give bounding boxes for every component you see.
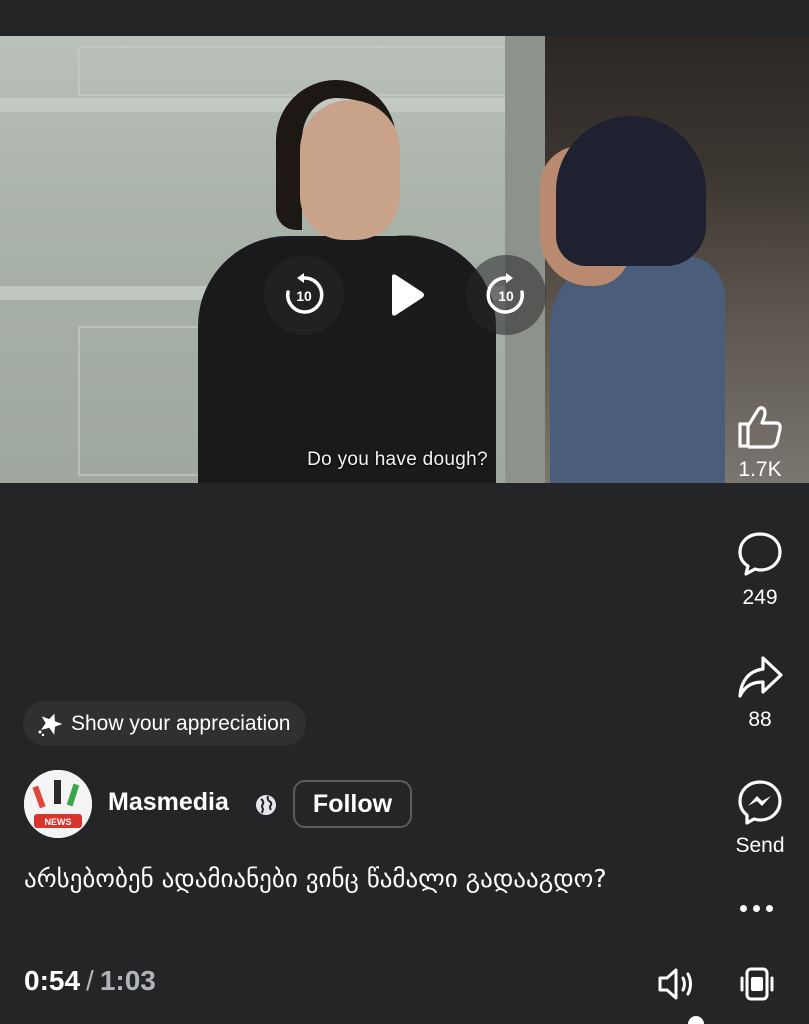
forward-10-button[interactable]: 10 <box>466 255 546 335</box>
svg-text:NEWS: NEWS <box>45 817 72 827</box>
more-dots-icon[interactable] <box>740 905 773 912</box>
rewind-icon: 10 <box>285 273 324 314</box>
follow-button[interactable]: Follow <box>293 780 412 828</box>
globe-icon <box>256 795 276 815</box>
top-status-strip <box>0 0 809 36</box>
star-sparkle-icon <box>38 713 63 736</box>
video-duration: 1:03 <box>99 965 156 996</box>
picture-in-picture-icon[interactable] <box>738 964 776 1004</box>
post-caption[interactable]: არსებობენ ადამიანები ვინც წამალი გადააგდ… <box>24 860 644 898</box>
show-appreciation-label: Show your appreciation <box>71 711 291 735</box>
messenger-icon <box>738 780 782 825</box>
comment-button[interactable]: 249 <box>716 530 804 610</box>
comment-count: 249 <box>742 586 778 609</box>
current-time: 0:54 <box>24 965 81 996</box>
show-appreciation-button[interactable]: Show your appreciation <box>23 701 307 746</box>
wall-band <box>0 98 540 112</box>
channel-avatar[interactable]: NEWS <box>24 770 92 838</box>
share-button[interactable]: 88 <box>716 654 804 732</box>
send-button[interactable]: Send <box>716 778 804 858</box>
play-icon <box>392 274 424 316</box>
share-count: 88 <box>748 708 772 731</box>
rewind-seconds: 10 <box>296 288 312 304</box>
playback-time: 0:54/1:03 <box>24 965 156 997</box>
thumbs-up-icon <box>738 406 782 449</box>
share-arrow-icon <box>738 656 783 698</box>
forward-icon: 10 <box>486 273 525 314</box>
scrubber-handle[interactable] <box>688 1016 704 1024</box>
forward-seconds: 10 <box>498 288 514 304</box>
wall-panel <box>78 46 508 96</box>
person-left-head <box>300 100 400 240</box>
rewind-10-button[interactable]: 10 <box>264 255 344 335</box>
like-button[interactable]: 1.7K <box>716 404 804 482</box>
send-label: Send <box>735 834 785 857</box>
channel-name[interactable]: Masmedia <box>108 788 229 817</box>
video-subtitle: Do you have dough? <box>307 449 488 470</box>
comment-bubble-icon <box>738 532 782 576</box>
volume-icon[interactable] <box>656 965 696 1003</box>
like-count: 1.7K <box>738 458 782 481</box>
play-button[interactable] <box>346 235 466 355</box>
video-player[interactable]: Do you have dough? 10 10 <box>0 36 809 483</box>
masmedia-logo: NEWS <box>24 770 92 838</box>
person-right-beanie <box>556 116 706 266</box>
time-separator: / <box>86 965 94 996</box>
